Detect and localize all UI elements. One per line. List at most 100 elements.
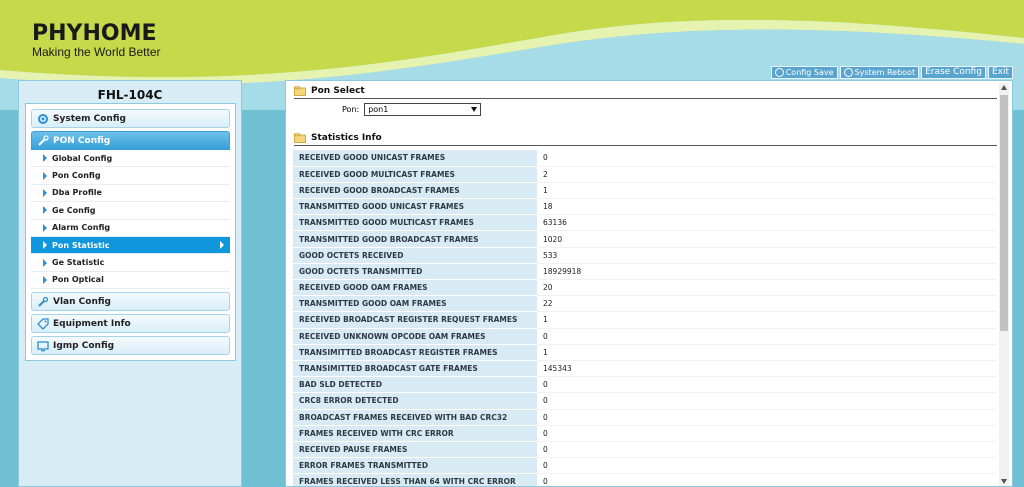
brand-logo: PHYHOME Making the World Better [32, 21, 161, 59]
stat-label: RECEIVED GOOD UNICAST FRAMES [293, 150, 537, 167]
nav-group-label: Igmp Config [53, 340, 115, 351]
pon-label: Pon: [342, 105, 360, 114]
wrench-icon [38, 296, 49, 307]
stat-label: RECEIVED BROADCAST REGISTER REQUEST FRAM… [293, 311, 537, 329]
table-row: TRANSIMITTED BROADCAST GATE FRAMES 145343 [293, 360, 996, 378]
nav-group-label: Vlan Config [53, 296, 111, 307]
nav-group-vlan-config[interactable]: Vlan Config [31, 292, 230, 312]
arrow-right-icon [43, 275, 47, 284]
pon-dropdown-value: pon1 [368, 105, 389, 114]
stat-label: TRANSIMITTED BROADCAST GATE FRAMES [293, 360, 537, 378]
stat-label: RECEIVED PAUSE FRAMES [293, 441, 537, 459]
stat-label: CRC8 ERROR DETECTED [293, 392, 537, 410]
table-row: BROADCAST FRAMES RECEIVED WITH BAD CRC32… [293, 409, 996, 426]
arrow-right-icon [220, 241, 224, 250]
pon-dropdown[interactable]: pon1 [364, 103, 482, 116]
sidebar-item-label: Pon Optical [52, 275, 104, 285]
folder-icon [294, 85, 306, 96]
table-row: ERROR FRAMES TRANSMITTED 0 [293, 457, 996, 475]
stat-value: 1 [537, 344, 996, 361]
config-save-button[interactable]: Config Save [770, 66, 838, 79]
table-row: GOOD OCTETS TRANSMITTED 18929918 [293, 263, 996, 281]
pon-select-title: Pon Select [311, 85, 365, 96]
arrow-right-icon [43, 258, 47, 267]
nav-group-equipment-info[interactable]: Equipment Info [31, 314, 230, 334]
nav-menu: System Config PON Config Global Config P… [25, 103, 236, 361]
stat-value: 1020 [537, 230, 996, 248]
stat-value: 63136 [537, 214, 996, 232]
table-row: CRC8 ERROR DETECTED 0 [293, 392, 996, 410]
stat-value: 0 [537, 392, 996, 410]
sidebar-item-label: Alarm Config [52, 223, 111, 233]
sidebar-item-label: Ge Statistic [52, 258, 105, 268]
stat-label: RECEIVED GOOD BROADCAST FRAMES [293, 182, 537, 200]
nav-group-label: PON Config [53, 135, 111, 146]
stat-label: TRANSIMITTED BROADCAST REGISTER FRAMES [293, 344, 537, 361]
sidebar-item-dba-profile[interactable]: Dba Profile [31, 184, 230, 203]
stat-value: 0 [537, 441, 996, 459]
scroll-up-arrow-icon[interactable] [1001, 85, 1007, 90]
vertical-scrollbar[interactable] [999, 83, 1009, 486]
system-reboot-button[interactable]: System Reboot [839, 66, 920, 79]
nav-group-pon-config[interactable]: PON Config [31, 131, 230, 150]
pon-select-header: Pon Select [294, 83, 997, 99]
device-model-title: FHL-104C [97, 88, 163, 102]
stat-value: 22 [537, 295, 996, 313]
arrow-right-icon [43, 171, 47, 180]
stat-value: 0 [537, 150, 996, 167]
table-row: FRAMES RECEIVED WITH CRC ERROR 0 [293, 425, 996, 442]
stat-label: RECEIVED GOOD OAM FRAMES [293, 279, 537, 297]
nav-group-label: Equipment Info [53, 318, 131, 329]
nav-group-label: System Config [53, 113, 126, 124]
stat-label: ERROR FRAMES TRANSMITTED [293, 457, 537, 475]
stat-value: 1 [537, 311, 996, 329]
pon-config-submenu: Global Config Pon Config Dba Profile Ge … [31, 150, 230, 290]
top-toolbar: Config Save System Reboot Erase Config E… [770, 66, 1013, 79]
stat-value: 18929918 [537, 263, 996, 281]
stat-value: 0 [537, 328, 996, 345]
arrow-right-icon [43, 206, 47, 215]
sidebar-item-pon-config[interactable]: Pon Config [31, 167, 230, 185]
brand-name: PHYHOME [32, 21, 157, 46]
scroll-thumb[interactable] [1000, 95, 1008, 331]
gear-icon [38, 113, 48, 124]
sidebar: FHL-104C System Config PON Config Global… [18, 80, 242, 487]
sidebar-item-ge-statistic[interactable]: Ge Statistic [31, 254, 230, 272]
statistics-title: Statistics Info [311, 132, 382, 143]
stat-label: TRANSMITTED GOOD BROADCAST FRAMES [293, 230, 537, 248]
table-row: TRANSIMITTED BROADCAST REGISTER FRAMES 1 [293, 344, 996, 361]
table-row: RECEIVED UNKNOWN OPCODE OAM FRAMES 0 [293, 328, 996, 345]
nav-group-system-config[interactable]: System Config [31, 109, 230, 128]
sidebar-item-ge-config[interactable]: Ge Config [31, 202, 230, 220]
arrow-right-icon [43, 241, 47, 250]
stat-value: 1 [537, 182, 996, 200]
arrow-right-icon [43, 154, 47, 163]
sidebar-item-alarm-config[interactable]: Alarm Config [31, 219, 230, 237]
stat-label: FRAMES RECEIVED WITH CRC ERROR [293, 425, 537, 442]
sidebar-item-pon-optical[interactable]: Pon Optical [31, 271, 230, 290]
exit-button[interactable]: Exit [987, 66, 1013, 79]
table-row: RECEIVED GOOD OAM FRAMES 20 [293, 279, 996, 297]
table-row: FRAMES RECEIVED LESS THAN 64 WITH CRC ER… [293, 473, 996, 486]
sidebar-item-global-config[interactable]: Global Config [31, 150, 230, 168]
stat-value: 2 [537, 166, 996, 183]
table-row: TRANSMITTED GOOD MULTICAST FRAMES 63136 [293, 214, 996, 232]
sidebar-item-label: Pon Statistic [52, 240, 110, 250]
table-row: BAD SLD DETECTED 0 [293, 376, 996, 394]
stat-value: 533 [537, 247, 996, 264]
erase-config-button[interactable]: Erase Config [921, 66, 986, 79]
stat-value: 20 [537, 279, 996, 297]
stat-value: 0 [537, 425, 996, 442]
sidebar-item-pon-statistic[interactable]: Pon Statistic [31, 236, 230, 255]
stat-value: 145343 [537, 360, 996, 378]
statistics-header: Statistics Info [294, 130, 997, 146]
tools-icon [38, 134, 49, 146]
nav-group-igmp-config[interactable]: Igmp Config [31, 336, 230, 356]
stat-label: TRANSMITTED GOOD UNICAST FRAMES [293, 198, 537, 216]
statistics-table: RECEIVED GOOD UNICAST FRAMES 0 RECEIVED GO… [293, 150, 996, 486]
stat-label: RECEIVED UNKNOWN OPCODE OAM FRAMES [293, 328, 537, 345]
tag-icon [37, 317, 49, 330]
table-row: RECEIVED GOOD MULTICAST FRAMES 2 [293, 166, 996, 183]
scroll-down-arrow-icon[interactable] [1001, 479, 1007, 484]
main-content: Pon Select Pon: pon1 Statistics Info REC… [285, 80, 1013, 487]
